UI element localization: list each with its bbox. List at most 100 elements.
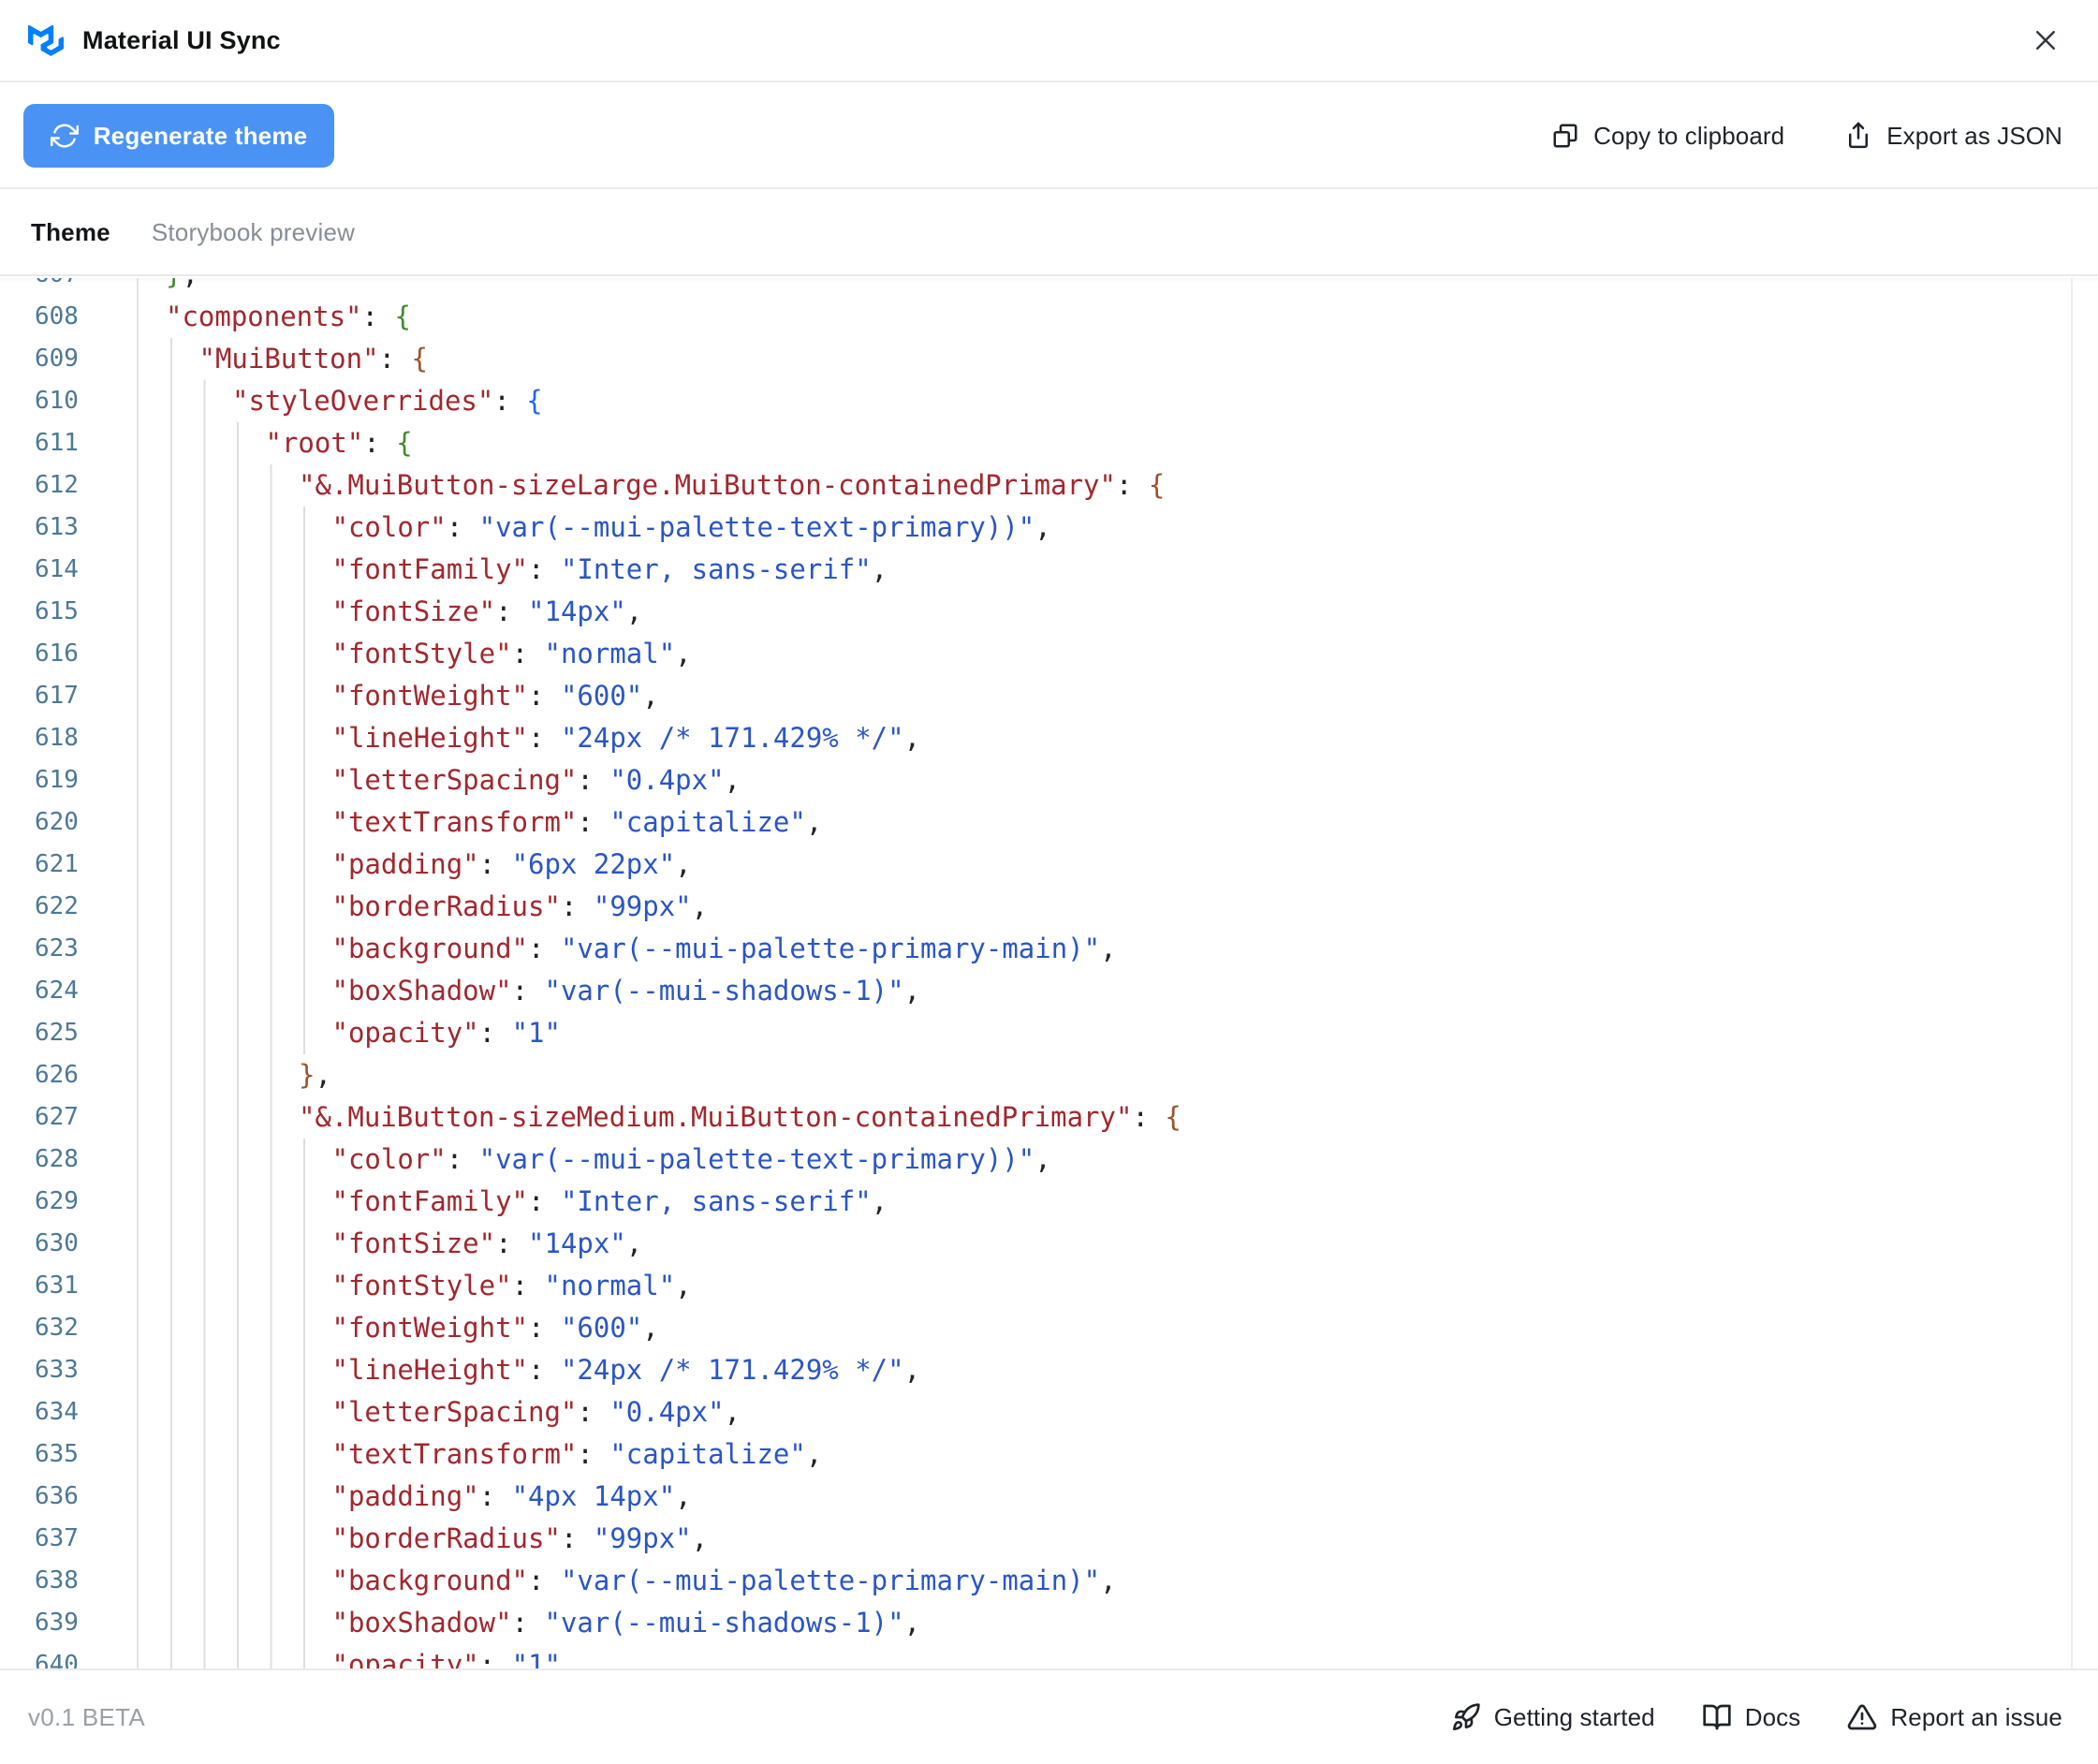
code-text: "textTransform": "capitalize", [331, 1438, 823, 1470]
code-line: 622 "borderRadius": "99px", [0, 886, 2098, 928]
indent-guides [166, 970, 332, 1012]
report-an-issue-link[interactable]: Report an issue [1847, 1702, 2062, 1732]
export-as-json-button[interactable]: Export as JSON [1844, 122, 2062, 151]
code-lines: 607}, 608 "components": {609 "MuiButton": {… [0, 278, 2098, 1668]
code-text: "letterSpacing": "0.4px", [331, 1396, 741, 1428]
code-line: 619 "letterSpacing": "0.4px", [0, 759, 2098, 801]
line-number: 607 [0, 278, 137, 296]
report-an-issue-label: Report an issue [1890, 1702, 2062, 1731]
code-text: "lineHeight": "24px /* 171.429% */", [331, 1354, 921, 1386]
docs-link[interactable]: Docs [1702, 1702, 1801, 1732]
indent-guides [166, 591, 332, 633]
indent-guides [166, 1349, 332, 1391]
indent-guides [166, 507, 332, 549]
code-line: 632 "fontWeight": "600", [0, 1307, 2098, 1349]
close-icon [2032, 26, 2060, 54]
code-text: "opacity": "1" [331, 1649, 561, 1668]
line-number: 634 [35, 1398, 79, 1426]
indent-guides [166, 1223, 332, 1265]
close-button[interactable] [2023, 18, 2068, 63]
code-line: 635 "textTransform": "capitalize", [0, 1433, 2098, 1476]
code-line: 618 "lineHeight": "24px /* 171.429% */", [0, 717, 2098, 759]
indent-guides [166, 1054, 299, 1096]
code-line: 624 "boxShadow": "var(--mui-shadows-1)", [0, 970, 2098, 1012]
code-line: 609 "MuiButton": { [0, 338, 2098, 380]
code-text: "fontFamily": "Inter, sans-serif", [331, 553, 888, 585]
tab-storybook-preview[interactable]: Storybook preview [152, 218, 355, 247]
indent-guides [166, 1265, 332, 1307]
indent-guides [166, 380, 232, 422]
code-text: "fontSize": "14px", [331, 595, 643, 627]
line-number: 625 [35, 1019, 79, 1047]
code-line: 630 "fontSize": "14px", [0, 1223, 2098, 1265]
scrollbar-track[interactable] [2071, 278, 2073, 1668]
code-line: 623 "background": "var(--mui-palette-prim… [0, 928, 2098, 970]
code-text: "components": { [166, 301, 411, 332]
code-line: 616 "fontStyle": "normal", [0, 633, 2098, 675]
code-text: "color": "var(--mui-palette-text-primary… [331, 511, 1051, 543]
line-number: 621 [35, 850, 79, 878]
code-text: "borderRadius": "99px", [331, 890, 709, 922]
line-number: 629 [35, 1187, 79, 1215]
code-line: 634 "letterSpacing": "0.4px", [0, 1391, 2098, 1433]
regenerate-theme-label: Regenerate theme [93, 121, 308, 150]
sync-icon [50, 122, 79, 150]
line-number: 612 [35, 471, 79, 499]
indent-guides [166, 1096, 299, 1139]
indent-guides [166, 1139, 332, 1181]
code-text: "fontFamily": "Inter, sans-serif", [331, 1185, 888, 1217]
indent-guides [166, 1181, 332, 1223]
docs-label: Docs [1744, 1702, 1801, 1731]
code-line: 611 "root": { [0, 422, 2098, 464]
copy-icon [1551, 122, 1579, 150]
tabs-bar: Theme Storybook preview [0, 191, 2098, 276]
code-text: "opacity": "1" [331, 1017, 561, 1049]
code-text: "letterSpacing": "0.4px", [331, 764, 741, 796]
line-number: 616 [35, 639, 79, 668]
code-line: 612 "&.MuiButton-sizeLarge.MuiButton-cont… [0, 464, 2098, 507]
code-line: 638 "background": "var(--mui-palette-prim… [0, 1560, 2098, 1602]
line-number: 632 [35, 1314, 79, 1342]
code-text: "fontSize": "14px", [331, 1227, 643, 1259]
indent-guides [166, 549, 332, 591]
code-text: "borderRadius": "99px", [331, 1522, 709, 1554]
code-line: 640 "opacity": "1" [0, 1644, 2098, 1668]
tab-theme[interactable]: Theme [31, 218, 110, 247]
code-line: 607}, [0, 278, 2098, 296]
code-line: 608 "components": { [0, 296, 2098, 338]
code-line: 637 "borderRadius": "99px", [0, 1518, 2098, 1560]
plugin-header: Material UI Sync [0, 0, 2098, 82]
code-text: "padding": "4px 14px", [331, 1480, 692, 1512]
footer-links: Getting started Docs Report an issue [1451, 1702, 2062, 1732]
indent-guides [166, 844, 332, 886]
copy-to-clipboard-button[interactable]: Copy to clipboard [1551, 122, 1784, 151]
line-number: 626 [35, 1061, 79, 1089]
code-text: "fontStyle": "normal", [331, 638, 692, 669]
line-number: 619 [35, 766, 79, 794]
copy-to-clipboard-label: Copy to clipboard [1593, 121, 1785, 150]
rocket-icon [1451, 1702, 1481, 1732]
code-text: "fontStyle": "normal", [331, 1270, 692, 1301]
code-text: "&.MuiButton-sizeLarge.MuiButton-contain… [299, 469, 1166, 501]
code-text: "boxShadow": "var(--mui-shadows-1)", [331, 1607, 921, 1639]
line-number: 639 [35, 1609, 79, 1637]
code-text: }, [299, 1059, 331, 1091]
code-editor[interactable]: 607}, 608 "components": {609 "MuiButton": {… [0, 278, 2098, 1668]
line-number: 615 [35, 597, 79, 625]
indent-guides [166, 338, 199, 380]
getting-started-link[interactable]: Getting started [1451, 1702, 1655, 1732]
indent-guides [166, 801, 332, 844]
indent-guides [166, 1012, 332, 1054]
code-text: "background": "var(--mui-palette-primary… [331, 933, 1117, 964]
indent-guides [166, 886, 332, 928]
code-text: "background": "var(--mui-palette-primary… [331, 1565, 1117, 1596]
line-number: 620 [35, 808, 79, 836]
line-number: 633 [35, 1356, 79, 1384]
indent-guides [166, 1476, 332, 1518]
toolbar: Regenerate theme Copy to clipboard Expor… [0, 84, 2098, 189]
code-text: }, [166, 278, 198, 296]
code-text: "&.MuiButton-sizeMedium.MuiButton-contai… [299, 1101, 1181, 1133]
warning-icon [1847, 1702, 1877, 1732]
regenerate-theme-button[interactable]: Regenerate theme [23, 104, 334, 168]
book-icon [1702, 1702, 1732, 1732]
